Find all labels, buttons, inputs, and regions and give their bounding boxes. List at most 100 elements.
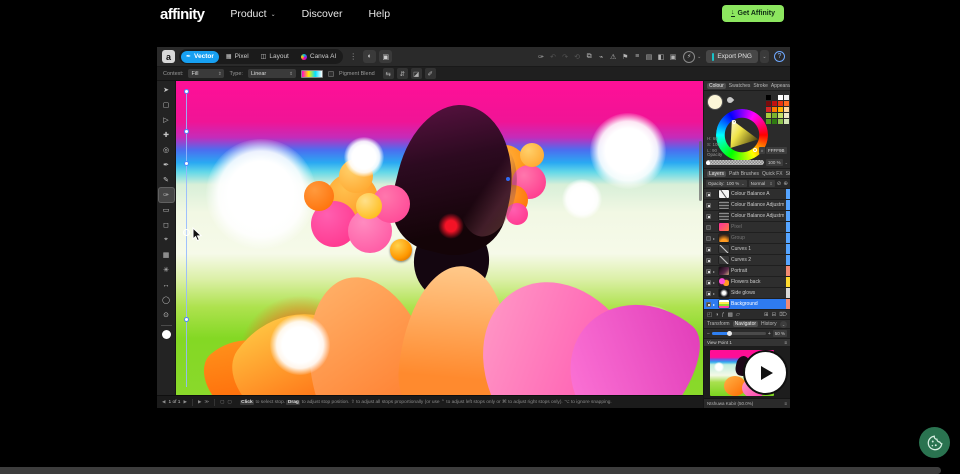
adjustment-icon[interactable]: ◑ [715,312,718,318]
zoom-tool[interactable]: ⊙ [159,308,174,322]
canvas[interactable] [176,81,703,395]
undo-icon[interactable]: ↶ [548,53,558,61]
point-transform-tool[interactable]: ✚ [159,128,174,142]
page-icon[interactable]: ▢ [220,399,224,405]
opacity-handle[interactable] [706,161,710,165]
colour-swatch[interactable] [772,101,777,106]
page-icon[interactable]: ▢ [227,399,231,405]
colour-swatch[interactable] [784,119,789,124]
blend-mode-select[interactable]: Normal ⇕ [749,180,775,187]
layer-visibility-checkbox[interactable] [706,302,711,307]
vector-layer-icon[interactable]: ▱ [736,312,740,318]
layer-opacity-select[interactable]: Opacity: 100 % ⌄ [706,180,747,187]
colour-swatch[interactable] [778,107,783,112]
layer-row-colour-balance-adjustm[interactable]: Colour Balance Adjustm [704,200,790,211]
delete-layer-icon[interactable]: ⌦ [779,312,787,318]
layer-row-portrait[interactable]: ▸Portrait [704,266,790,277]
colour-swatch[interactable] [778,119,783,124]
contour-tool[interactable]: ◎ [159,143,174,157]
tab-canva-ai[interactable]: Canva AI [296,51,341,63]
layer-expand-icon[interactable]: ▸ [713,269,717,274]
layer-row-colour-balance-a[interactable]: Colour Balance A [704,189,790,200]
tab-quick-fx[interactable]: Quick FX [762,171,783,177]
panel-chevron-icon[interactable]: ⌄ [780,321,787,328]
move-tool[interactable]: ➤ [159,83,174,97]
place-content-button[interactable]: ◐ [363,50,376,63]
gradient-stop-0[interactable] [184,89,189,94]
play-slideshow-icon[interactable]: ▶ [198,399,201,405]
colour-swatch[interactable] [772,119,777,124]
assistant-dropdown-icon[interactable]: ⌄ [697,54,701,60]
reverse-gradient-icon[interactable]: ⇆ [383,68,394,79]
layer-expand-icon[interactable]: ▸ [713,236,717,241]
layer-visibility-checkbox[interactable] [706,192,711,197]
assistant-warning-icon[interactable]: ⚠ [608,53,618,61]
tab-appearance[interactable]: Appearance [771,83,790,89]
gradient-stop-2[interactable] [184,161,189,166]
new-layer-icon[interactable]: ⊞ [764,312,769,318]
tab-navigator[interactable]: Navigator [733,321,758,327]
pen-tool[interactable]: ✒ [159,158,174,172]
layer-row-group[interactable]: ▸Group [704,233,790,244]
colour-swatch[interactable] [772,113,777,118]
layer-visibility-checkbox[interactable] [706,236,711,241]
pigment-blend-checkbox[interactable] [328,71,334,77]
alignment-icon[interactable]: ▤ [644,53,654,61]
layer-row-colour-balance-adjustm[interactable]: Colour Balance Adjustm [704,211,790,222]
mask-icon[interactable]: ◰ [707,312,712,318]
crop-tool[interactable]: ⌖ [159,233,174,247]
layer-expand-icon[interactable]: ▸ [713,302,717,307]
tab-swatches[interactable]: Swatches [729,83,751,89]
artboard-tool[interactable]: ▢ [159,98,174,112]
play-button[interactable] [743,350,788,395]
colour-swatch[interactable] [784,101,789,106]
affinity-app-icon[interactable]: a [162,50,175,63]
triangle-handle[interactable] [732,120,736,124]
fx-icon[interactable]: ƒ [722,312,725,318]
colour-swatch[interactable] [778,113,783,118]
layer-visibility-checkbox[interactable] [706,280,711,285]
layer-expand-icon[interactable]: ▸ [713,291,717,296]
node-tool[interactable]: ▷ [159,113,174,127]
colour-swatch[interactable] [784,113,789,118]
view-point-row[interactable]: View Point 1 ≡ [704,339,790,347]
colour-swatch[interactable] [784,107,789,112]
vector-brush-tool[interactable]: ✑ [159,188,174,202]
help-button[interactable]: ? [774,51,785,62]
colour-swatch[interactable] [766,101,771,106]
colour-swatch[interactable] [778,95,783,100]
layer-visibility-checkbox[interactable] [706,203,711,208]
chevron-down-icon[interactable]: ⌄ [785,160,788,165]
menu-icon[interactable]: ≡ [784,340,787,345]
hue-handle[interactable] [753,148,757,152]
layer-visibility-checkbox[interactable] [706,214,711,219]
layer-row-background[interactable]: ▸Background [704,299,790,310]
tab-stroke[interactable]: Stroke [753,83,767,89]
tab-vector[interactable]: ✒Vector [181,51,219,63]
gradient-preview-swatch[interactable] [301,70,323,78]
context-select[interactable]: Fill ⇕ [188,69,224,78]
gradient-stop-4[interactable] [184,317,189,322]
gradient-stop-1[interactable] [184,129,189,134]
tab-pixel[interactable]: ▦Pixel [221,51,254,63]
prev-artboard-icon[interactable]: ◀ [162,399,165,405]
rotate-gradient-icon[interactable]: ⇵ [397,68,408,79]
tab-history[interactable]: History [761,321,777,327]
eyedropper-icon[interactable]: ✐ [425,68,436,79]
tab-styles[interactable]: Styles [786,171,790,177]
assistant-icon[interactable]: ⚡ [683,51,695,63]
layer-visibility-checkbox[interactable] [706,258,711,263]
gradient-type-select[interactable]: Linear ⇕ [248,69,296,78]
export-dropdown-icon[interactable]: ⌄ [760,50,769,63]
cookie-settings-button[interactable] [919,427,950,458]
get-affinity-button[interactable]: ↓ Get Affinity [722,5,784,22]
layer-row-curves-1[interactable]: Curves 1 [704,244,790,255]
clip-icon[interactable]: ⊘ [777,181,782,187]
active-colour-swatch[interactable] [708,95,722,109]
canvas-scrollbar[interactable] [699,141,702,201]
tab-transform[interactable]: Transform [707,321,730,327]
active-colour-well[interactable] [162,330,171,339]
menu-icon[interactable]: ≡ [784,401,787,406]
colour-swatch[interactable] [772,95,777,100]
flag-icon[interactable]: ⚑ [620,53,630,61]
